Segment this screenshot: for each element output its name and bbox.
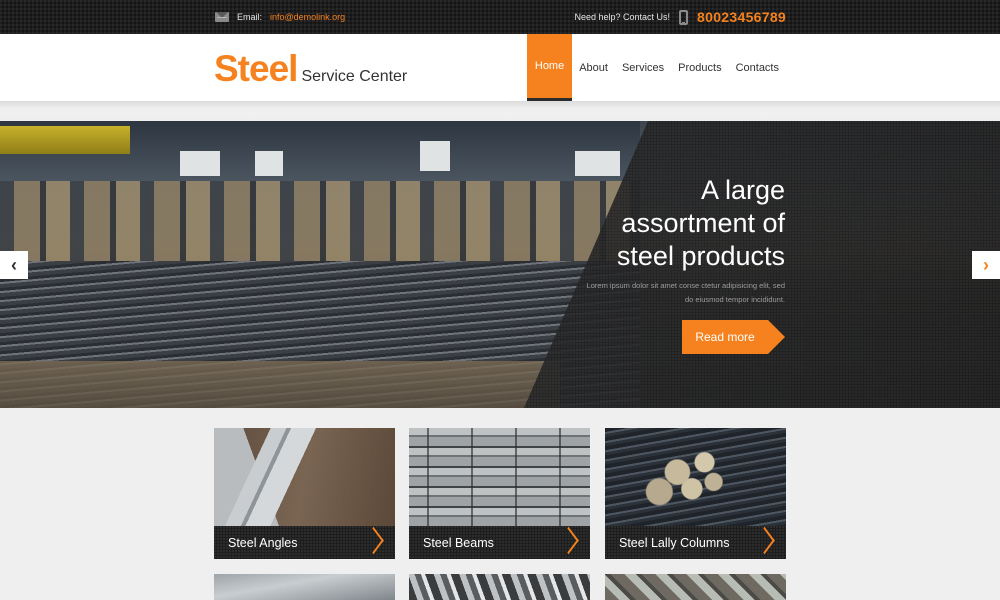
nav-item-contacts[interactable]: Contacts [729, 34, 786, 101]
product-card[interactable] [214, 574, 395, 600]
hero-image-window [575, 151, 620, 176]
hero-title-line: A large [700, 175, 785, 205]
product-card-steel-angles[interactable]: Steel Angles [214, 428, 395, 559]
product-image [605, 574, 786, 600]
top-bar: Email: info@demolink.org Need help? Cont… [0, 0, 1000, 34]
slider-prev-button[interactable]: ‹ [0, 251, 28, 279]
product-card[interactable] [409, 574, 590, 600]
nav-item-about[interactable]: About [572, 34, 615, 101]
nav-item-products[interactable]: Products [671, 34, 728, 101]
email-link[interactable]: info@demolink.org [270, 12, 345, 22]
product-image [214, 428, 395, 526]
hero-image-window [180, 151, 220, 176]
nav-item-home[interactable]: Home [526, 34, 573, 101]
read-more-button[interactable]: Read more [682, 320, 785, 354]
logo[interactable]: Steel Service Center [214, 48, 407, 90]
hero-image-window [255, 151, 283, 176]
email-label: Email: [237, 12, 263, 22]
product-image [409, 428, 590, 526]
mobile-phone-icon [679, 9, 689, 25]
hero-title: A large assortment of steel products [525, 174, 785, 273]
envelope-icon [215, 12, 229, 22]
site-header: Steel Service Center Home About Services… [0, 34, 1000, 101]
chevron-right-icon: › [983, 255, 989, 275]
product-image [214, 574, 395, 600]
hero-title-line: steel products [616, 241, 785, 271]
contact-phone: Need help? Contact Us! 80023456789 [574, 0, 786, 34]
hero-image-window [420, 141, 450, 171]
main-nav: Home About Services Products Contacts [526, 34, 786, 101]
product-card-steel-lally-columns[interactable]: Steel Lally Columns [605, 428, 786, 559]
chevron-right-icon [566, 526, 586, 559]
logo-sub-text: Service Center [301, 68, 408, 85]
nav-item-services[interactable]: Services [615, 34, 671, 101]
chevron-right-icon [762, 526, 782, 559]
hero-image-floor [0, 361, 560, 408]
product-image [605, 428, 786, 526]
product-card-steel-beams[interactable]: Steel Beams [409, 428, 590, 559]
hero-title-line: assortment of [621, 208, 785, 238]
product-card[interactable] [605, 574, 786, 600]
product-image [409, 574, 590, 600]
hero-description: Lorem ipsum dolor sit amet conse ctetur … [586, 281, 785, 304]
header-shadow [0, 101, 1000, 121]
phone-number[interactable]: 80023456789 [697, 9, 786, 25]
chevron-left-icon: ‹ [11, 255, 17, 275]
contact-email: Email: info@demolink.org [215, 0, 345, 34]
help-text: Need help? Contact Us! [574, 12, 671, 22]
logo-main-text: Steel [214, 48, 298, 89]
slider-next-button[interactable]: › [972, 251, 1000, 279]
hero-slider: A large assortment of steel products Lor… [0, 121, 1000, 408]
chevron-right-icon [371, 526, 391, 559]
hero-image-crane [0, 126, 130, 154]
